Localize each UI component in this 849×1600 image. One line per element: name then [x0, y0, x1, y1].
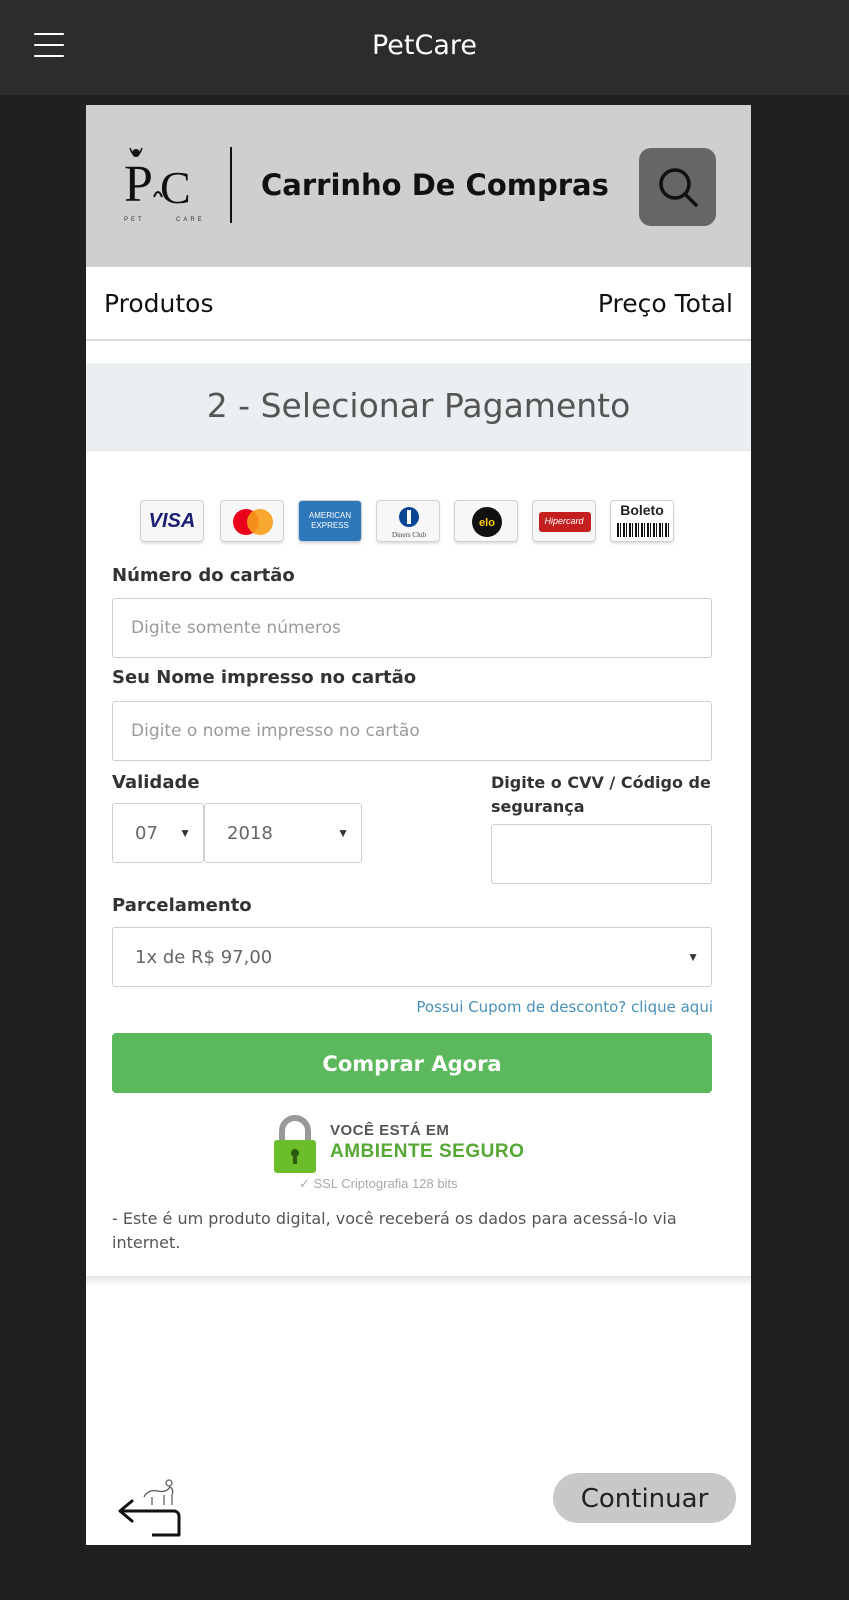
- header-divider: [230, 147, 232, 223]
- chevron-down-icon: ▼: [337, 826, 349, 840]
- section-divider: [86, 1276, 751, 1286]
- secure-environment-badge: VOCÊ ESTÁ EM AMBIENTE SEGURO ✓ SSL Cript…: [270, 1115, 570, 1195]
- validity-label: Validade: [112, 772, 200, 793]
- visa-card-icon[interactable]: VISA: [140, 500, 204, 542]
- card-number-placeholder: Digite somente números: [131, 618, 341, 638]
- petcare-logo: P C PET CARE: [124, 145, 210, 227]
- boleto-icon[interactable]: Boleto: [610, 500, 674, 542]
- payment-section-title: 2 - Selecionar Pagamento: [206, 386, 631, 425]
- cart-columns-header: Produtos Preço Total: [86, 267, 751, 341]
- svg-text:P: P: [124, 156, 153, 213]
- diners-card-icon[interactable]: Diners Club: [376, 500, 440, 542]
- cvv-label: Digite o CVV / Código de segurança: [491, 773, 711, 816]
- ssl-note: ✓ SSL Criptografia 128 bits: [299, 1176, 458, 1191]
- search-icon: [659, 168, 698, 207]
- amex-card-icon[interactable]: AMERICAN EXPRESS: [298, 500, 362, 542]
- coupon-link[interactable]: Possui Cupom de desconto? clique aqui: [86, 998, 713, 1016]
- installments-value: 1x de R$ 97,00: [135, 947, 273, 968]
- chevron-down-icon: ▼: [179, 826, 191, 840]
- svg-text:C: C: [160, 162, 191, 213]
- back-arrow-icon[interactable]: [114, 1477, 184, 1541]
- secure-line-1: VOCÊ ESTÁ EM: [330, 1122, 450, 1139]
- elo-card-icon[interactable]: elo: [454, 500, 518, 542]
- secure-line-2: AMBIENTE SEGURO: [330, 1141, 525, 1162]
- continue-label: Continuar: [580, 1484, 709, 1514]
- payment-section-header: 2 - Selecionar Pagamento: [86, 363, 751, 451]
- card-name-input[interactable]: Digite o nome impresso no cartão: [112, 701, 712, 761]
- continue-button[interactable]: Continuar: [553, 1473, 736, 1523]
- validity-year-select[interactable]: 2018 ▼: [204, 803, 362, 863]
- cvv-input[interactable]: [491, 824, 712, 884]
- buy-now-label: Comprar Agora: [322, 1052, 502, 1076]
- card-brand-list: VISA AMERICAN EXPRESS Diners Club elo Hi…: [140, 500, 680, 546]
- logo-subtext: PET: [124, 217, 145, 223]
- validity-month-select[interactable]: 07 ▼: [112, 803, 204, 863]
- hipercard-card-icon[interactable]: Hipercard: [532, 500, 596, 542]
- installments-label: Parcelamento: [112, 895, 252, 916]
- card-name-placeholder: Digite o nome impresso no cartão: [131, 721, 420, 741]
- card-number-input[interactable]: Digite somente números: [112, 598, 712, 658]
- validity-month-value: 07: [135, 823, 158, 844]
- search-button[interactable]: [639, 148, 716, 226]
- mastercard-card-icon[interactable]: [220, 500, 284, 542]
- installments-select[interactable]: 1x de R$ 97,00 ▼: [112, 927, 712, 987]
- cart-header: P C PET CARE Carrinho De Compras: [86, 105, 751, 267]
- page-title: Carrinho De Compras: [261, 168, 609, 202]
- svg-text:Diners Club: Diners Club: [392, 531, 427, 539]
- validity-year-value: 2018: [227, 823, 273, 844]
- svg-text:CARE: CARE: [176, 217, 205, 223]
- digital-product-note: - Este é um produto digital, você recebe…: [112, 1209, 677, 1252]
- total-price-column-label: Preço Total: [597, 289, 733, 318]
- padlock-icon: [274, 1115, 316, 1173]
- app-title: PetCare: [371, 30, 478, 61]
- cart-panel: P C PET CARE Carrinho De Compras Produto…: [86, 105, 751, 1545]
- card-number-label: Número do cartão: [112, 565, 295, 586]
- chevron-down-icon: ▼: [687, 950, 699, 964]
- products-column-label: Produtos: [104, 289, 214, 318]
- card-name-label: Seu Nome impresso no cartão: [112, 667, 417, 688]
- top-app-bar: PetCare: [0, 0, 849, 95]
- svg-text:elo: elo: [479, 517, 495, 529]
- buy-now-button[interactable]: Comprar Agora: [112, 1033, 712, 1093]
